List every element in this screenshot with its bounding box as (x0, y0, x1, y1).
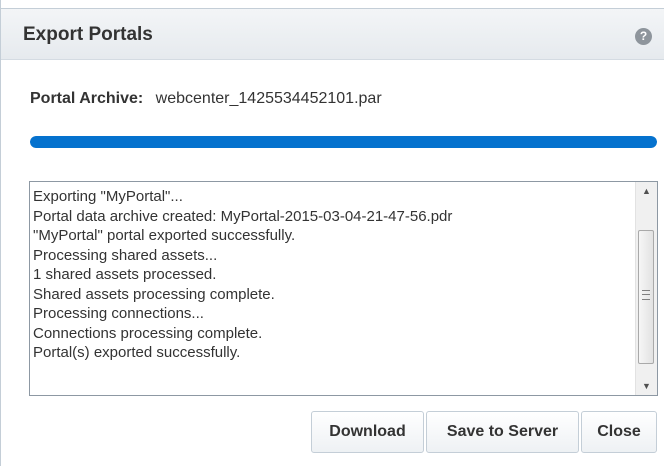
log-line: 1 shared assets processed. (33, 266, 217, 283)
export-portals-dialog: Export Portals ? Portal Archive: webcent… (0, 0, 664, 466)
log-line: "MyPortal" portal exported successfully. (33, 227, 296, 244)
dialog-title: Export Portals (23, 24, 153, 45)
close-button[interactable]: Close (581, 411, 657, 453)
scroll-down-arrow-icon[interactable]: ▼ (636, 377, 657, 395)
export-log-textarea[interactable]: Exporting "MyPortal"... Portal data archi… (29, 181, 658, 396)
portal-archive-label: Portal Archive: (30, 90, 144, 107)
download-button[interactable]: Download (311, 411, 424, 453)
export-progress-fill (30, 136, 657, 148)
save-to-server-button[interactable]: Save to Server (426, 411, 579, 453)
scroll-grip-icon (642, 290, 650, 300)
log-line: Connections processing complete. (33, 324, 263, 342)
portal-archive-row: Portal Archive: webcenter_1425534452101.… (30, 90, 382, 108)
log-line: Portal data archive created: MyPortal-20… (33, 207, 453, 225)
export-log-content: Exporting "MyPortal"... Portal data archi… (33, 187, 633, 363)
dialog-header: Export Portals ? (1, 8, 664, 60)
log-line: Exporting "MyPortal"... (33, 188, 183, 205)
log-scrollbar[interactable]: ▲ ▼ (635, 182, 657, 395)
scroll-up-arrow-icon[interactable]: ▲ (636, 182, 657, 200)
export-progress-bar (30, 136, 657, 148)
scroll-thumb[interactable] (638, 230, 654, 364)
help-icon[interactable]: ? (635, 28, 652, 45)
background-page-sliver (1, 0, 664, 8)
portal-archive-filename: webcenter_1425534452101.par (155, 90, 382, 107)
log-line: Shared assets processing complete. (33, 285, 275, 303)
log-line: Portal(s) exported successfully. (33, 344, 241, 361)
log-line: Processing connections... (33, 305, 204, 322)
log-line: Processing shared assets... (33, 246, 218, 264)
